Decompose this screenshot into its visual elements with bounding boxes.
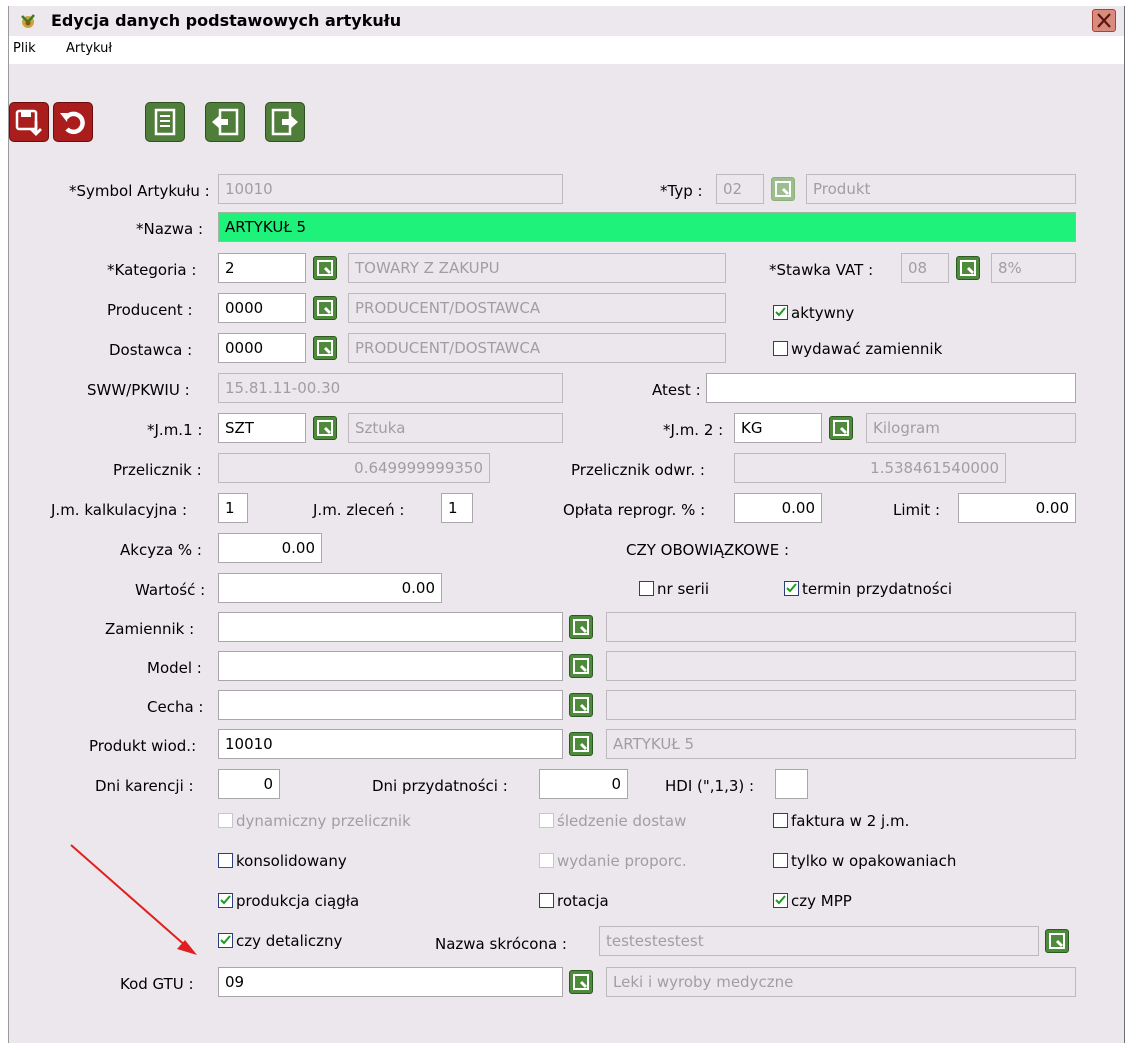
dialog-window: Edycja danych podstawowych artykułu Plik… [8,6,1125,1043]
annotation-arrow [70,844,197,955]
